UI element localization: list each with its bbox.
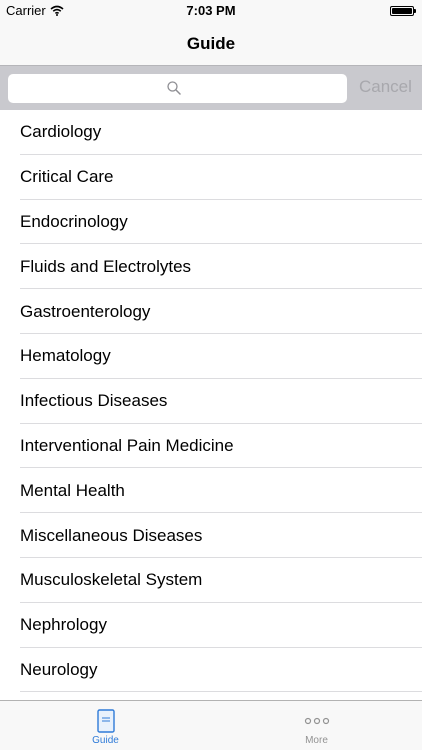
more-dots-icon <box>304 717 329 725</box>
list-item-mental-health[interactable]: Mental Health <box>0 468 422 513</box>
list-item-cardiology[interactable]: Cardiology <box>0 110 422 155</box>
search-bar: Cancel <box>0 65 422 110</box>
list-item-label: Fluids and Electrolytes <box>20 256 192 276</box>
list-item-neurology[interactable]: Neurology <box>0 648 422 693</box>
guide-list: Cardiology Critical Care Endocrinology F… <box>0 110 422 700</box>
list-item-critical-care[interactable]: Critical Care <box>0 155 422 200</box>
tab-label-more: More <box>305 735 328 746</box>
status-time: 7:03 PM <box>186 3 236 18</box>
page-title: Guide <box>186 34 236 53</box>
list-item-label: Mental Health <box>20 480 125 500</box>
search-icon <box>167 81 181 95</box>
list-item-hematology[interactable]: Hematology <box>0 334 422 379</box>
list-item-label: Gastroenterology <box>20 301 151 321</box>
book-icon <box>96 709 115 733</box>
battery-icon <box>390 6 416 16</box>
list-item-label: Miscellaneous Diseases <box>20 525 203 545</box>
tab-guide[interactable]: Guide <box>0 701 211 750</box>
list-item-miscellaneous-diseases[interactable]: Miscellaneous Diseases <box>0 513 422 558</box>
tab-label-guide: Guide <box>92 735 119 746</box>
tab-more[interactable]: More <box>211 701 422 750</box>
tab-bar: Guide More <box>0 700 422 750</box>
list-item-label: Nephrology <box>20 615 107 635</box>
cancel-button[interactable]: Cancel <box>359 77 412 97</box>
search-input[interactable] <box>8 74 347 103</box>
list-item-label: Hematology <box>20 346 111 366</box>
list-item-infectious-diseases[interactable]: Infectious Diseases <box>0 379 422 424</box>
list-item-gastroenterology[interactable]: Gastroenterology <box>0 289 422 334</box>
list-item-interventional-pain-medicine[interactable]: Interventional Pain Medicine <box>0 424 422 469</box>
list-item-endocrinology[interactable]: Endocrinology <box>0 200 422 245</box>
status-bar: Carrier 7:03 PM <box>0 0 422 22</box>
list-item-label: Interventional Pain Medicine <box>20 435 234 455</box>
list-item-musculoskeletal-system[interactable]: Musculoskeletal System <box>0 558 422 603</box>
list-item-fluids-and-electrolytes[interactable]: Fluids and Electrolytes <box>0 244 422 289</box>
list-item-nephrology[interactable]: Nephrology <box>0 603 422 648</box>
list-item-label: Endocrinology <box>20 211 128 231</box>
navigation-bar: Guide <box>0 22 422 65</box>
list-item-label: Infectious Diseases <box>20 391 168 411</box>
list-item-label: Cardiology <box>20 122 102 142</box>
list-item-label: Musculoskeletal System <box>20 570 203 590</box>
list-item-label: Critical Care <box>20 167 114 187</box>
list-item-label: Neurology <box>20 659 98 679</box>
